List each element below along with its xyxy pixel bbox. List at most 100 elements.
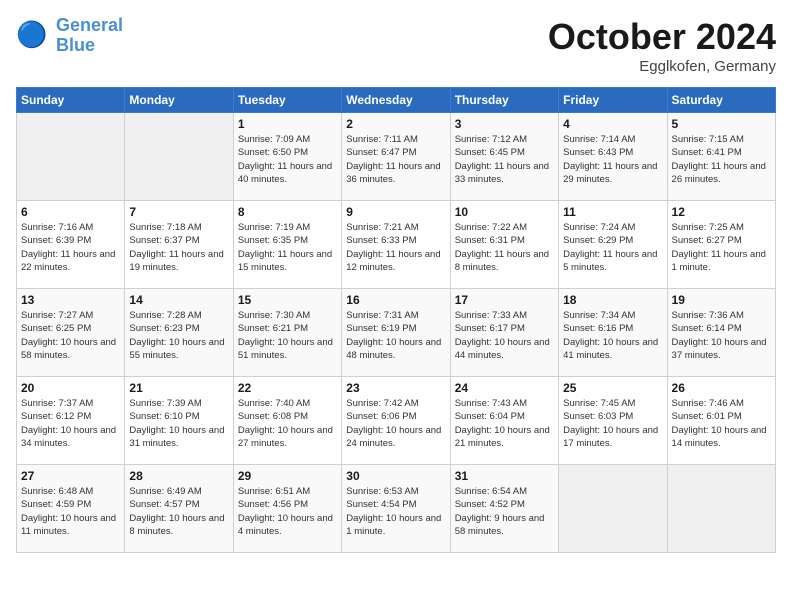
day-number: 13 — [21, 293, 120, 307]
logo-bird-icon: 🔵 — [16, 18, 52, 54]
calendar-cell: 30 Sunrise: 6:53 AM Sunset: 4:54 PM Dayli… — [342, 465, 450, 553]
calendar-cell: 4 Sunrise: 7:14 AM Sunset: 6:43 PM Daylig… — [559, 113, 667, 201]
day-info: Sunrise: 7:37 AM Sunset: 6:12 PM Dayligh… — [21, 397, 120, 450]
week-row-2: 6 Sunrise: 7:16 AM Sunset: 6:39 PM Daylig… — [17, 201, 776, 289]
day-info: Sunrise: 7:30 AM Sunset: 6:21 PM Dayligh… — [238, 309, 337, 362]
day-number: 6 — [21, 205, 120, 219]
weekday-header-sunday: Sunday — [17, 88, 125, 113]
logo: 🔵 General Blue — [16, 16, 123, 56]
day-number: 20 — [21, 381, 120, 395]
calendar-cell: 3 Sunrise: 7:12 AM Sunset: 6:45 PM Daylig… — [450, 113, 558, 201]
day-number: 16 — [346, 293, 445, 307]
calendar-cell: 27 Sunrise: 6:48 AM Sunset: 4:59 PM Dayli… — [17, 465, 125, 553]
day-info: Sunrise: 7:21 AM Sunset: 6:33 PM Dayligh… — [346, 221, 445, 274]
calendar-cell: 29 Sunrise: 6:51 AM Sunset: 4:56 PM Dayli… — [233, 465, 341, 553]
day-number: 24 — [455, 381, 554, 395]
day-info: Sunrise: 7:43 AM Sunset: 6:04 PM Dayligh… — [455, 397, 554, 450]
day-info: Sunrise: 7:15 AM Sunset: 6:41 PM Dayligh… — [672, 133, 771, 186]
calendar-cell — [667, 465, 775, 553]
calendar-cell: 23Sunrise: 7:42 AM Sunset: 6:06 PM Dayli… — [342, 377, 450, 465]
day-info: Sunrise: 7:19 AM Sunset: 6:35 PM Dayligh… — [238, 221, 337, 274]
day-info: Sunrise: 6:49 AM Sunset: 4:57 PM Dayligh… — [129, 485, 228, 538]
calendar-cell: 5 Sunrise: 7:15 AM Sunset: 6:41 PM Daylig… — [667, 113, 775, 201]
calendar-cell: 6 Sunrise: 7:16 AM Sunset: 6:39 PM Daylig… — [17, 201, 125, 289]
day-info: Sunrise: 6:51 AM Sunset: 4:56 PM Dayligh… — [238, 485, 337, 538]
day-info: Sunrise: 7:46 AM Sunset: 6:01 PM Dayligh… — [672, 397, 771, 450]
calendar-cell: 12 Sunrise: 7:25 AM Sunset: 6:27 PM Dayli… — [667, 201, 775, 289]
calendar-cell: 1Sunrise: 7:09 AM Sunset: 6:50 PM Daylig… — [233, 113, 341, 201]
day-number: 19 — [672, 293, 771, 307]
calendar-cell: 26 Sunrise: 7:46 AM Sunset: 6:01 PM Dayli… — [667, 377, 775, 465]
day-info: Sunrise: 6:48 AM Sunset: 4:59 PM Dayligh… — [21, 485, 120, 538]
day-number: 8 — [238, 205, 337, 219]
weekday-header-tuesday: Tuesday — [233, 88, 341, 113]
page-header: 🔵 General Blue October 2024 Egglkofen, G… — [16, 16, 776, 75]
title-block: October 2024 Egglkofen, Germany — [548, 16, 776, 75]
day-info: Sunrise: 7:45 AM Sunset: 6:03 PM Dayligh… — [563, 397, 662, 450]
day-number: 18 — [563, 293, 662, 307]
calendar-cell: 25 Sunrise: 7:45 AM Sunset: 6:03 PM Dayli… — [559, 377, 667, 465]
calendar-cell: 8 Sunrise: 7:19 AM Sunset: 6:35 PM Daylig… — [233, 201, 341, 289]
day-info: Sunrise: 7:39 AM Sunset: 6:10 PM Dayligh… — [129, 397, 228, 450]
day-number: 26 — [672, 381, 771, 395]
calendar-cell — [125, 113, 233, 201]
weekday-header-row: SundayMondayTuesdayWednesdayThursdayFrid… — [17, 88, 776, 113]
day-info: Sunrise: 7:11 AM Sunset: 6:47 PM Dayligh… — [346, 133, 445, 186]
calendar-cell — [17, 113, 125, 201]
day-number: 30 — [346, 469, 445, 483]
logo-text: General — [56, 16, 123, 36]
day-info: Sunrise: 6:53 AM Sunset: 4:54 PM Dayligh… — [346, 485, 445, 538]
day-number: 21 — [129, 381, 228, 395]
day-number: 4 — [563, 117, 662, 131]
day-info: Sunrise: 7:31 AM Sunset: 6:19 PM Dayligh… — [346, 309, 445, 362]
calendar-cell: 2 Sunrise: 7:11 AM Sunset: 6:47 PM Daylig… — [342, 113, 450, 201]
day-number: 9 — [346, 205, 445, 219]
day-number: 3 — [455, 117, 554, 131]
week-row-5: 27 Sunrise: 6:48 AM Sunset: 4:59 PM Dayli… — [17, 465, 776, 553]
calendar-cell — [559, 465, 667, 553]
day-info: Sunrise: 7:42 AM Sunset: 6:06 PM Dayligh… — [346, 397, 445, 450]
day-info: Sunrise: 7:34 AM Sunset: 6:16 PM Dayligh… — [563, 309, 662, 362]
day-info: Sunrise: 7:14 AM Sunset: 6:43 PM Dayligh… — [563, 133, 662, 186]
calendar-cell: 15Sunrise: 7:30 AM Sunset: 6:21 PM Dayli… — [233, 289, 341, 377]
day-number: 5 — [672, 117, 771, 131]
calendar-cell: 17Sunrise: 7:33 AM Sunset: 6:17 PM Dayli… — [450, 289, 558, 377]
calendar-cell: 11 Sunrise: 7:24 AM Sunset: 6:29 PM Dayli… — [559, 201, 667, 289]
day-number: 31 — [455, 469, 554, 483]
month-title: October 2024 — [548, 16, 776, 58]
weekday-header-friday: Friday — [559, 88, 667, 113]
calendar-cell: 18 Sunrise: 7:34 AM Sunset: 6:16 PM Dayli… — [559, 289, 667, 377]
svg-text:🔵: 🔵 — [16, 20, 47, 49]
day-number: 28 — [129, 469, 228, 483]
calendar-cell: 22Sunrise: 7:40 AM Sunset: 6:08 PM Dayli… — [233, 377, 341, 465]
calendar-cell: 9 Sunrise: 7:21 AM Sunset: 6:33 PM Daylig… — [342, 201, 450, 289]
weekday-header-monday: Monday — [125, 88, 233, 113]
calendar-cell: 24 Sunrise: 7:43 AM Sunset: 6:04 PM Dayli… — [450, 377, 558, 465]
day-info: Sunrise: 7:09 AM Sunset: 6:50 PM Dayligh… — [238, 133, 337, 186]
day-number: 25 — [563, 381, 662, 395]
calendar-cell: 13Sunrise: 7:27 AM Sunset: 6:25 PM Dayli… — [17, 289, 125, 377]
calendar-table: SundayMondayTuesdayWednesdayThursdayFrid… — [16, 87, 776, 553]
day-info: Sunrise: 7:12 AM Sunset: 6:45 PM Dayligh… — [455, 133, 554, 186]
week-row-4: 20 Sunrise: 7:37 AM Sunset: 6:12 PM Dayli… — [17, 377, 776, 465]
day-number: 10 — [455, 205, 554, 219]
day-info: Sunrise: 7:28 AM Sunset: 6:23 PM Dayligh… — [129, 309, 228, 362]
weekday-header-wednesday: Wednesday — [342, 88, 450, 113]
day-number: 2 — [346, 117, 445, 131]
day-number: 29 — [238, 469, 337, 483]
day-info: Sunrise: 7:16 AM Sunset: 6:39 PM Dayligh… — [21, 221, 120, 274]
weekday-header-thursday: Thursday — [450, 88, 558, 113]
day-info: Sunrise: 7:24 AM Sunset: 6:29 PM Dayligh… — [563, 221, 662, 274]
weekday-header-saturday: Saturday — [667, 88, 775, 113]
calendar-cell: 28 Sunrise: 6:49 AM Sunset: 4:57 PM Dayli… — [125, 465, 233, 553]
day-info: Sunrise: 7:33 AM Sunset: 6:17 PM Dayligh… — [455, 309, 554, 362]
calendar-cell: 19 Sunrise: 7:36 AM Sunset: 6:14 PM Dayli… — [667, 289, 775, 377]
week-row-1: 1Sunrise: 7:09 AM Sunset: 6:50 PM Daylig… — [17, 113, 776, 201]
location-subtitle: Egglkofen, Germany — [548, 58, 776, 75]
day-number: 11 — [563, 205, 662, 219]
day-number: 12 — [672, 205, 771, 219]
day-number: 7 — [129, 205, 228, 219]
day-info: Sunrise: 7:36 AM Sunset: 6:14 PM Dayligh… — [672, 309, 771, 362]
day-info: Sunrise: 7:25 AM Sunset: 6:27 PM Dayligh… — [672, 221, 771, 274]
day-number: 27 — [21, 469, 120, 483]
